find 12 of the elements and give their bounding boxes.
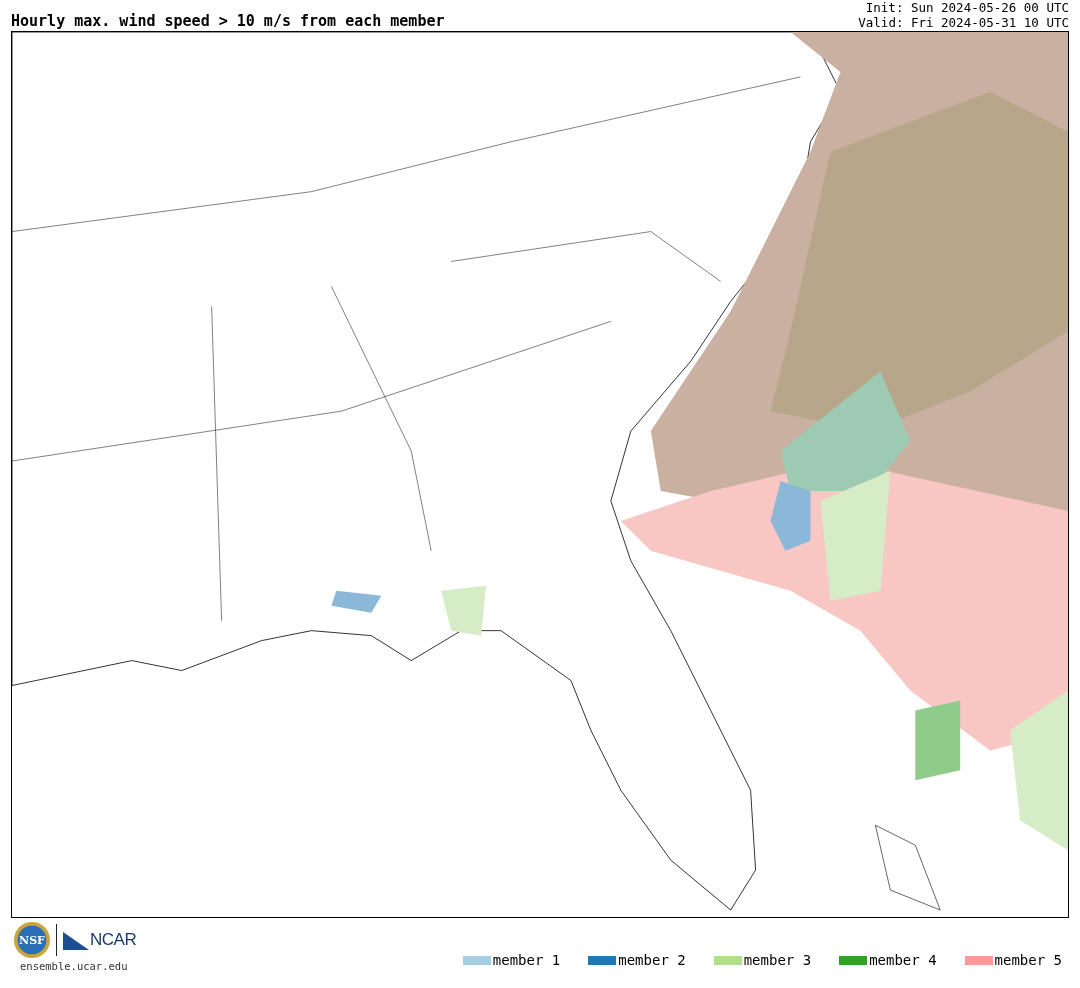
legend-label: member 2 (618, 952, 686, 968)
legend-label: member 3 (743, 952, 812, 968)
ncar-logo: NCAR (90, 930, 137, 950)
valid-time: Valid: Fri 2024-05-31 10 UTC (858, 15, 1069, 30)
triangle-logo-icon (63, 930, 89, 950)
legend-label: member 4 (869, 952, 937, 968)
legend-label: member 1 (492, 952, 561, 968)
seal-logo: NSF (14, 922, 50, 958)
init-time: Init: Sun 2024-05-26 00 UTC (865, 0, 1069, 15)
legend-label: member 5 (994, 952, 1062, 968)
chart-title: Hourly max. wind speed > 10 m/s from each member (11, 12, 445, 30)
site-url: ensemble.ucar.edu (19, 960, 128, 972)
